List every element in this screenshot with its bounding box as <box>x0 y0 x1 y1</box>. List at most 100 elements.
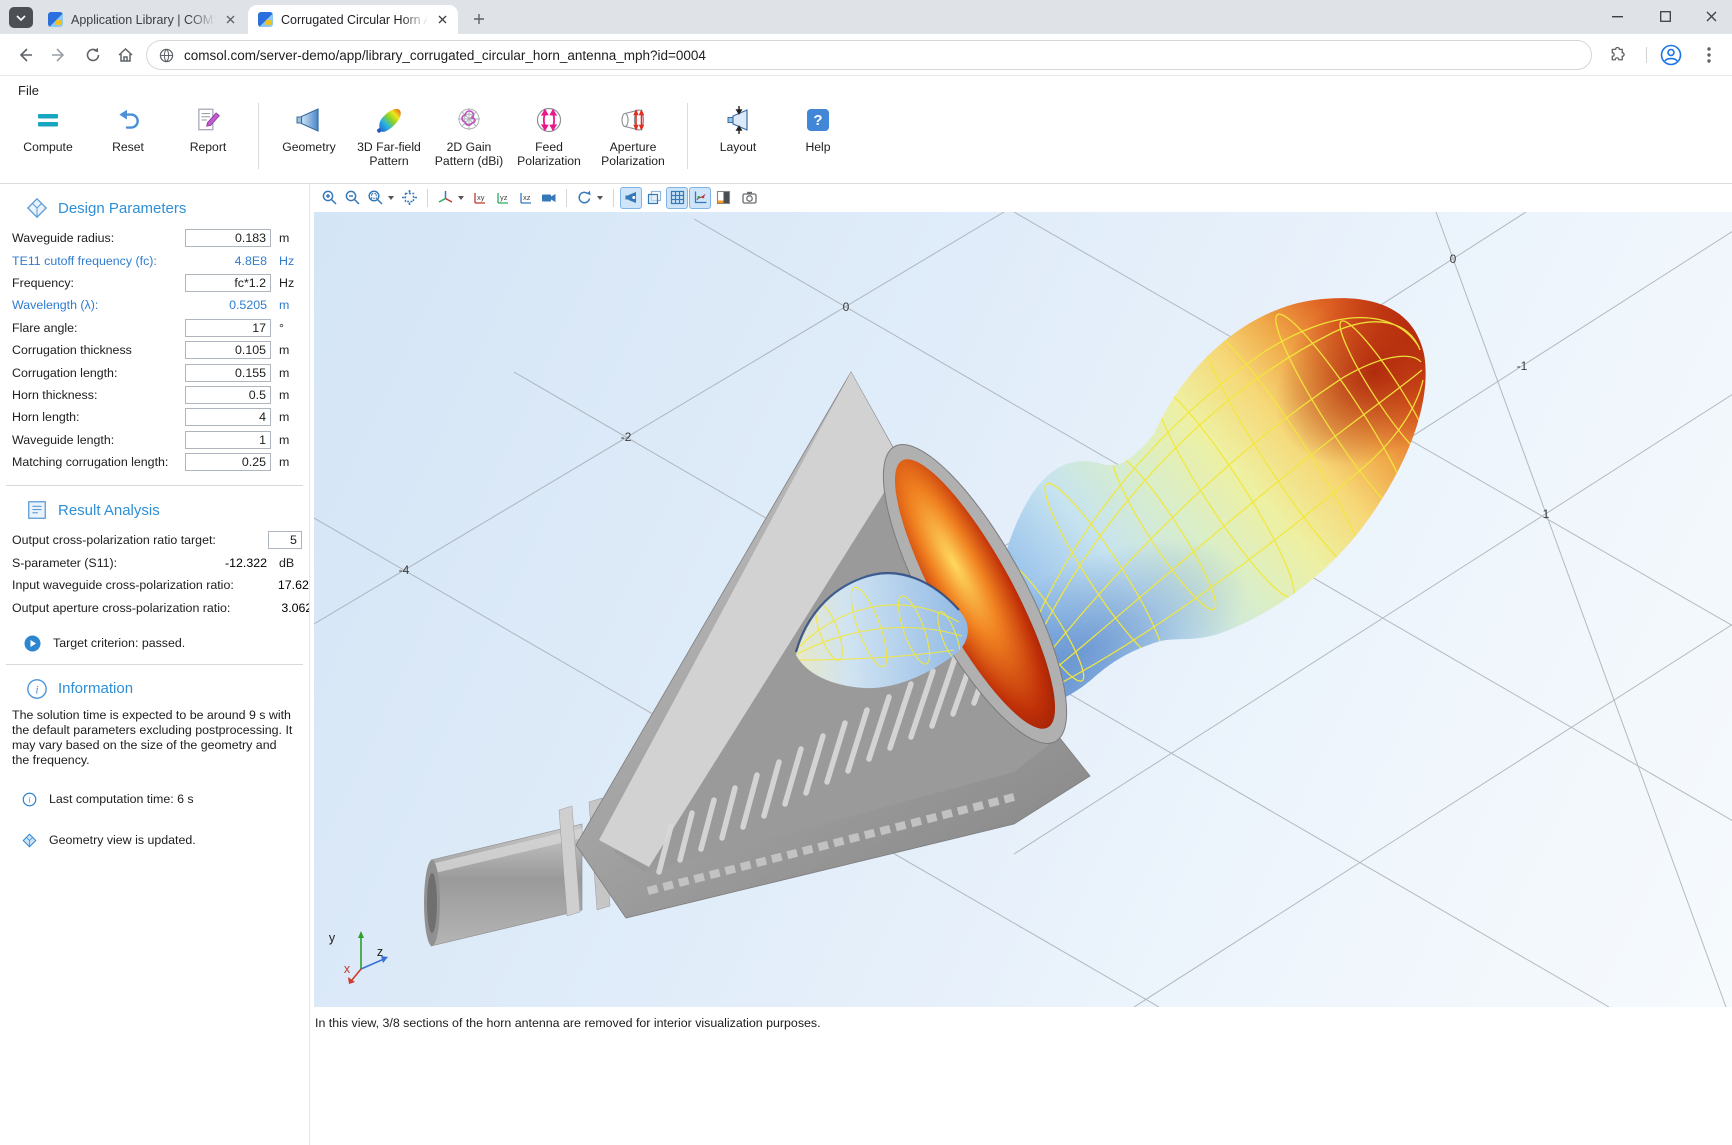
back-button[interactable] <box>8 38 42 72</box>
close-icon <box>1706 11 1717 22</box>
tab-search-button[interactable] <box>9 7 33 28</box>
grid-toggle[interactable] <box>666 187 688 209</box>
url-address-bar[interactable]: comsol.com/server-demo/app/library_corru… <box>146 40 1592 70</box>
extensions-button[interactable] <box>1600 38 1634 72</box>
cross-polarization-target-input[interactable] <box>268 531 302 549</box>
zoom-box-dropdown-caret[interactable] <box>388 196 394 200</box>
horn-thickness-input[interactable] <box>185 386 271 404</box>
toolbar-separator <box>613 189 614 207</box>
perspective-button[interactable] <box>537 187 559 209</box>
toolbar-separator <box>566 189 567 207</box>
compute-icon <box>34 104 62 136</box>
axis-label: 0 <box>1450 252 1457 266</box>
back-arrow-icon <box>17 47 33 63</box>
result-row-s11: S-parameter (S11): -12.322 dB <box>0 552 309 574</box>
tab-title: Corrugated Circular Horn Anten <box>281 13 428 27</box>
file-menu[interactable]: File <box>14 81 43 100</box>
kebab-menu-icon <box>1707 47 1711 63</box>
svg-text:xz: xz <box>523 193 531 202</box>
rotate-button[interactable] <box>573 187 595 209</box>
browser-menu-button[interactable] <box>1692 38 1726 72</box>
horn-length-input[interactable] <box>185 408 271 426</box>
browser-tab-application-library[interactable]: Application Library | COMSOL S <box>38 5 246 34</box>
tab-close-button[interactable] <box>222 12 238 28</box>
help-label: Help <box>805 141 830 155</box>
window-minimize-button[interactable] <box>1596 0 1638 33</box>
last-computation-time: i Last computation time: 6 s <box>22 792 309 807</box>
input-cross-polarization-value: 17.621 <box>234 578 320 592</box>
ribbon-separator <box>687 103 688 169</box>
corrugation-length-input[interactable] <box>185 364 271 382</box>
help-button[interactable]: ? Help <box>778 99 858 155</box>
scene-light-toggle[interactable] <box>620 187 642 209</box>
graphics-3d-viewport[interactable]: 0 -2 -4 0 -1 1 y z x <box>314 212 1732 1007</box>
comsol-favicon <box>258 12 273 27</box>
navbar-separator <box>1646 47 1647 63</box>
svg-text:xy: xy <box>477 193 485 202</box>
waveguide-radius-input[interactable] <box>185 229 271 247</box>
param-row-matching-corrugation-length: Matching corrugation length: m <box>0 451 309 473</box>
corrugation-thickness-input[interactable] <box>185 341 271 359</box>
home-button[interactable] <box>108 38 142 72</box>
report-button[interactable]: Report <box>168 99 248 155</box>
tab-close-button[interactable] <box>434 12 450 28</box>
new-tab-button[interactable] <box>468 8 490 30</box>
gain-2d-button[interactable]: 2D Gain Pattern (dBi) <box>429 99 509 168</box>
browser-tab-horn-antenna[interactable]: Corrugated Circular Horn Anten <box>248 5 458 34</box>
app-ribbon: Compute Reset Report Geometry 3D Far-fie… <box>0 99 858 179</box>
reset-button[interactable]: Reset <box>88 99 168 155</box>
window-maximize-button[interactable] <box>1644 0 1686 33</box>
invert-background-button[interactable] <box>712 187 734 209</box>
zoom-extents-button[interactable] <box>398 187 420 209</box>
profile-avatar-button[interactable] <box>1654 38 1688 72</box>
screen: { "browser": { "tabs": [ { "title": "App… <box>0 0 1732 1145</box>
window-close-button[interactable] <box>1690 0 1732 33</box>
frequency-input[interactable] <box>185 274 271 292</box>
param-row-flare-angle: Flare angle: ° <box>0 317 309 339</box>
waveguide-length-input[interactable] <box>185 431 271 449</box>
view-xz-button[interactable]: xz <box>514 187 536 209</box>
result-analysis-list-icon <box>26 499 48 521</box>
ribbon-separator <box>258 103 259 169</box>
zoom-in-button[interactable] <box>318 187 340 209</box>
transparency-toggle[interactable] <box>643 187 665 209</box>
zoom-out-button[interactable] <box>341 187 363 209</box>
gain-2d-label: 2D Gain Pattern (dBi) <box>435 141 503 168</box>
flare-angle-input[interactable] <box>185 319 271 337</box>
default-view-button[interactable] <box>434 187 456 209</box>
aperture-polarization-button[interactable]: Aperture Polarization <box>589 99 677 168</box>
farfield-3d-button[interactable]: 3D Far-field Pattern <box>349 99 429 168</box>
compute-button[interactable]: Compute <box>8 99 88 155</box>
reload-button[interactable] <box>76 38 110 72</box>
minimize-icon <box>1612 16 1623 18</box>
forward-button[interactable] <box>42 38 76 72</box>
target-criterion-text: Target criterion: passed. <box>53 636 185 650</box>
snapshot-button[interactable] <box>739 187 761 209</box>
parameters-panel: Design Parameters Waveguide radius: m TE… <box>0 184 309 1145</box>
te11-cutoff-value: 4.8E8 <box>185 254 271 268</box>
feed-polarization-button[interactable]: Feed Polarization <box>509 99 589 168</box>
aperture-polarization-label: Aperture Polarization <box>601 141 665 168</box>
information-body: The solution time is expected to be arou… <box>12 708 297 768</box>
rotate-dropdown-caret[interactable] <box>597 196 603 200</box>
target-criterion-status: Target criterion: passed. <box>24 635 309 652</box>
triad-x-label: x <box>344 962 350 976</box>
plot-settings-toggle[interactable] <box>689 187 711 209</box>
information-header: i Information <box>26 678 309 700</box>
compute-label: Compute <box>23 141 72 155</box>
default-view-dropdown-caret[interactable] <box>458 196 464 200</box>
view-xy-button[interactable]: xy <box>468 187 490 209</box>
zoom-box-button[interactable] <box>364 187 386 209</box>
geometry-button[interactable]: Geometry <box>269 99 349 155</box>
design-parameters-title: Design Parameters <box>58 200 186 217</box>
matching-corrugation-length-input[interactable] <box>185 453 271 471</box>
farfield-3d-label-geometry: Geometry <box>282 141 336 155</box>
view-xz-icon: xz <box>517 189 534 206</box>
axis-label: 1 <box>1543 507 1550 521</box>
forward-arrow-icon <box>51 47 67 63</box>
browser-tab-strip: Application Library | COMSOL S Corrugate… <box>0 0 1732 34</box>
view-yz-button[interactable]: yz <box>491 187 513 209</box>
layout-button[interactable]: Layout <box>698 99 778 155</box>
param-row-waveguide-radius: Waveguide radius: m <box>0 227 309 249</box>
aperture-polarization-icon <box>618 104 648 136</box>
